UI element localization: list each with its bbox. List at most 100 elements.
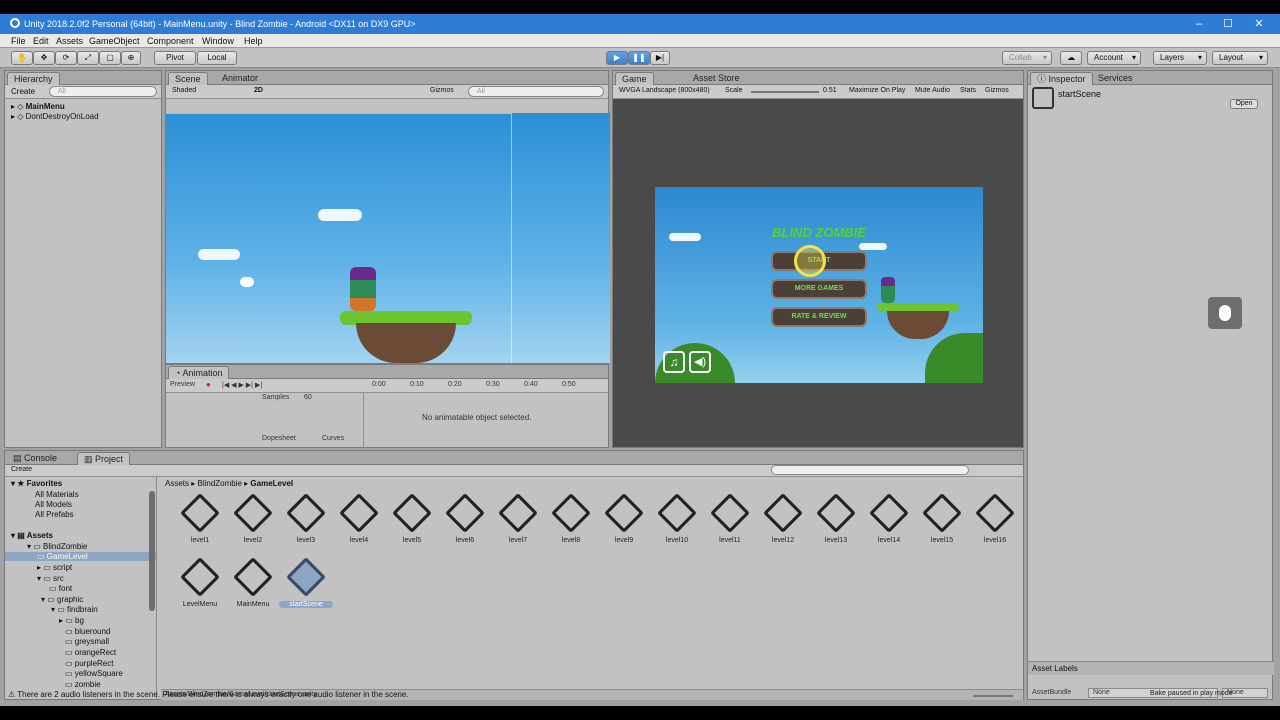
folder-blueround[interactable]: ▭ blueround — [65, 627, 110, 636]
menu-file[interactable]: File — [11, 36, 26, 46]
close-button[interactable]: ✕ — [1248, 16, 1270, 32]
dopesheet-button[interactable]: Dopesheet — [262, 435, 296, 442]
minimize-button[interactable]: – — [1188, 16, 1210, 32]
timeline-ruler[interactable]: 0:00 0:10 0:20 0:30 0:40 0:50 — [364, 379, 608, 393]
asset-item-level1[interactable]: level1 — [175, 491, 225, 553]
scene-search-input[interactable]: All — [468, 86, 604, 97]
asset-item-level14[interactable]: level14 — [864, 491, 914, 553]
play-button[interactable]: ▶ — [606, 51, 628, 65]
assets-folder[interactable]: ▾ ▤ Assets — [11, 531, 53, 540]
asset-item-level9[interactable]: level9 — [599, 491, 649, 553]
playback-controls-icon[interactable]: |◀ ◀ ▶ ▶| ▶| — [222, 381, 262, 389]
asset-item-level3[interactable]: level3 — [281, 491, 331, 553]
folder-font[interactable]: ▭ font — [49, 584, 72, 593]
rate-review-button[interactable]: RATE & REVIEW — [771, 307, 867, 327]
favorite-all-prefabs[interactable]: All Prefabs — [35, 510, 74, 519]
scale-tool-icon[interactable]: ⤢ — [77, 51, 99, 65]
tab-inspector[interactable]: ⓘ Inspector — [1030, 72, 1093, 85]
folder-orangerect[interactable]: ▭ orangeRect — [65, 648, 116, 657]
scene-viewport[interactable] — [166, 113, 610, 363]
pivot-toggle[interactable]: Pivot — [154, 51, 196, 65]
asset-item-startscene[interactable]: startScene — [279, 555, 333, 617]
maximize-button[interactable]: ☐ — [1217, 16, 1239, 32]
stats-toggle[interactable]: Stats — [960, 87, 976, 94]
transform-tool-icon[interactable]: ⊕ — [121, 51, 141, 65]
favorites-folder[interactable]: ▾ ★ Favorites — [11, 479, 62, 488]
menu-component[interactable]: Component — [147, 36, 194, 46]
layers-dropdown[interactable]: Layers — [1153, 51, 1207, 65]
menu-gameobject[interactable]: GameObject — [89, 36, 140, 46]
account-dropdown[interactable]: Account — [1087, 51, 1141, 65]
rotate-tool-icon[interactable]: ⟳ — [55, 51, 77, 65]
mute-audio-toggle[interactable]: Mute Audio — [915, 87, 950, 94]
tree-scrollbar[interactable] — [149, 491, 155, 611]
folder-findbrain[interactable]: ▾ ▭ findbrain — [51, 605, 98, 614]
folder-gamelevel[interactable]: ▭ GameLevel — [5, 552, 156, 561]
hierarchy-item-dontdestroy[interactable]: ▸ ◇ DontDestroyOnLoad — [11, 112, 99, 121]
scene-gizmos-dropdown[interactable]: Gizmos — [430, 87, 454, 94]
breadcrumb-item[interactable]: GameLevel — [250, 479, 293, 488]
tab-hierarchy[interactable]: Hierarchy — [7, 72, 60, 85]
folder-purplerect[interactable]: ▭ purpleRect — [65, 659, 113, 668]
hand-tool-icon[interactable]: ✋ — [11, 51, 33, 65]
cloud-icon[interactable]: ☁ — [1060, 51, 1082, 65]
menu-window[interactable]: Window — [202, 36, 234, 46]
asset-item-level13[interactable]: level13 — [811, 491, 861, 553]
maximize-on-play-toggle[interactable]: Maximize On Play — [849, 87, 905, 94]
folder-bg[interactable]: ▸ ▭ bg — [59, 616, 84, 625]
record-icon[interactable]: ● — [206, 380, 211, 389]
resolution-dropdown[interactable]: WVGA Landscape (800x480) — [619, 87, 719, 94]
folder-script[interactable]: ▸ ▭ script — [37, 563, 72, 572]
local-toggle[interactable]: Local — [197, 51, 237, 65]
asset-item-level15[interactable]: level15 — [917, 491, 967, 553]
scale-slider[interactable] — [751, 91, 819, 93]
tab-scene[interactable]: Scene — [168, 72, 208, 85]
tab-animation[interactable]: ◔ Animation — [168, 366, 230, 379]
folder-src[interactable]: ▾ ▭ src — [37, 574, 64, 583]
game-screen[interactable]: BLIND ZOMBIE START MORE GAMES RATE & REV… — [655, 187, 983, 383]
asset-item-level12[interactable]: level12 — [758, 491, 808, 553]
folder-yellowsquare[interactable]: ▭ yellowSquare — [65, 669, 123, 678]
folder-zombie[interactable]: ▭ zombie — [65, 680, 101, 689]
step-button[interactable]: ▶| — [650, 51, 670, 65]
menu-edit[interactable]: Edit — [33, 36, 49, 46]
asset-item-level16[interactable]: level16 — [970, 491, 1020, 553]
asset-item-levelmenu[interactable]: LevelMenu — [175, 555, 225, 617]
tab-game[interactable]: Game — [615, 72, 654, 85]
console-warning[interactable]: ⚠ There are 2 audio listeners in the sce… — [0, 690, 1024, 700]
favorite-all-materials[interactable]: All Materials — [35, 490, 79, 499]
folder-greysmall[interactable]: ▭ greysmall — [65, 637, 109, 646]
music-toggle-icon[interactable]: ♫ — [663, 351, 685, 373]
favorite-all-models[interactable]: All Models — [35, 500, 72, 509]
menu-help[interactable]: Help — [244, 36, 263, 46]
project-search-input[interactable] — [771, 465, 969, 475]
breadcrumb-item[interactable]: BlindZombie — [197, 479, 241, 488]
asset-item-level4[interactable]: level4 — [334, 491, 384, 553]
menu-assets[interactable]: Assets — [56, 36, 83, 46]
folder-blindzombie[interactable]: ▾ ▭ BlindZombie — [27, 542, 88, 551]
game-gizmos-dropdown[interactable]: Gizmos — [985, 87, 1009, 94]
layout-dropdown[interactable]: Layout — [1212, 51, 1268, 65]
tab-console[interactable]: ▤ Console — [7, 452, 63, 465]
folder-graphic[interactable]: ▾ ▭ graphic — [41, 595, 83, 604]
more-games-button[interactable]: MORE GAMES — [771, 279, 867, 299]
move-tool-icon[interactable]: ✥ — [33, 51, 55, 65]
hierarchy-item-mainmenu[interactable]: ▸ ◇ MainMenu — [11, 102, 65, 111]
curves-button[interactable]: Curves — [322, 435, 344, 442]
tab-project[interactable]: ▥ Project — [77, 452, 131, 465]
sound-toggle-icon[interactable]: ◀) — [689, 351, 711, 373]
collab-dropdown[interactable]: Collab — [1002, 51, 1052, 65]
asset-item-level11[interactable]: level11 — [705, 491, 755, 553]
mode-2d-toggle[interactable]: 2D — [254, 87, 263, 94]
asset-item-mainmenu[interactable]: MainMenu — [228, 555, 278, 617]
breadcrumb-item[interactable]: Assets — [165, 479, 189, 488]
tab-services[interactable]: Services — [1092, 72, 1139, 85]
asset-item-level6[interactable]: level6 — [440, 491, 490, 553]
shading-dropdown[interactable]: Shaded — [172, 87, 196, 94]
asset-item-level5[interactable]: level5 — [387, 491, 437, 553]
rect-tool-icon[interactable]: ▢ — [99, 51, 121, 65]
preview-toggle[interactable]: Preview — [170, 381, 195, 388]
asset-item-level7[interactable]: level7 — [493, 491, 543, 553]
project-create-button[interactable]: Create — [11, 466, 32, 473]
hierarchy-search-input[interactable]: All — [49, 86, 157, 97]
